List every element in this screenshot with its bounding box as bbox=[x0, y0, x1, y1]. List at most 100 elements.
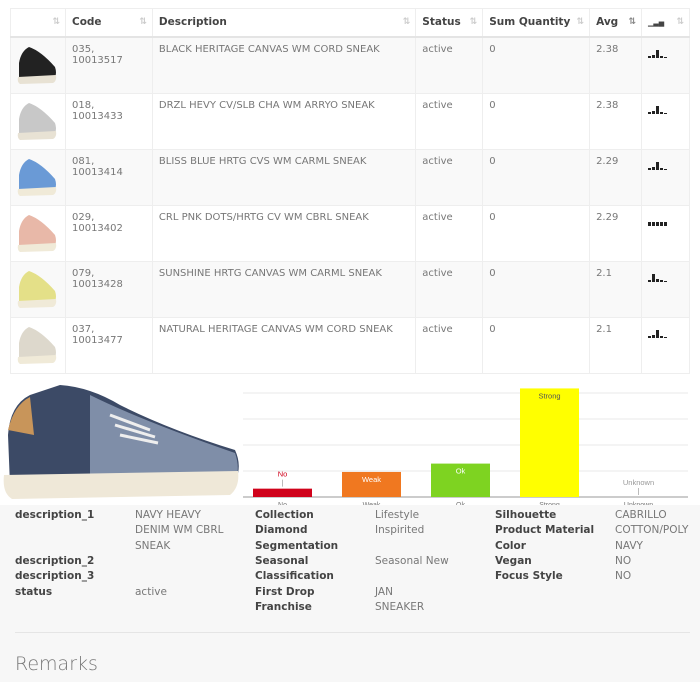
cell-description: NATURAL HERITAGE CANVAS WM CORD SNEAK bbox=[151, 316, 417, 374]
cell-status: active bbox=[415, 148, 484, 206]
sort-icon[interactable]: ⇅ bbox=[577, 17, 585, 27]
cell-avg: 2.38 bbox=[589, 92, 642, 150]
cell-sparkline bbox=[641, 260, 690, 318]
table-row[interactable]: 037, 10013477 NATURAL HERITAGE CANVAS WM … bbox=[10, 316, 690, 374]
column-header[interactable]: ▁▃▅ ⇅ bbox=[641, 8, 690, 38]
spark-bar bbox=[656, 329, 659, 338]
column-header[interactable]: ⇅ bbox=[10, 8, 66, 38]
cell-sum: 0 bbox=[482, 148, 591, 206]
product-thumbnail bbox=[17, 102, 57, 140]
chart-icon: ▁▃▅ bbox=[648, 19, 665, 28]
column-header[interactable]: Code ⇅ bbox=[64, 8, 153, 38]
cell-avg: 2.29 bbox=[589, 148, 642, 206]
cell-status: active bbox=[415, 92, 484, 150]
cell-code: 081, 10013414 bbox=[64, 148, 153, 206]
spark-bar bbox=[652, 166, 655, 170]
spark-bar bbox=[660, 221, 663, 226]
cell-code: 029, 10013402 bbox=[64, 204, 153, 262]
cell-avg: 2.1 bbox=[589, 260, 642, 318]
field-value: JAN bbox=[375, 585, 393, 598]
sort-icon[interactable]: ⇅ bbox=[628, 17, 636, 27]
column-header[interactable]: Status ⇅ bbox=[415, 8, 484, 38]
spark-bar bbox=[648, 221, 651, 226]
column-header[interactable]: Sum Quantity ⇅ bbox=[482, 8, 591, 38]
table-row[interactable]: 035, 10013517 BLACK HERITAGE CANVAS WM CO… bbox=[10, 36, 690, 94]
cell-status: active bbox=[415, 260, 484, 318]
column-header-label: Avg bbox=[596, 16, 619, 29]
field-label: Color bbox=[495, 539, 526, 552]
spark-bar bbox=[660, 167, 663, 170]
field-value: Lifestyle bbox=[375, 509, 420, 521]
thumbnail-cell bbox=[10, 316, 66, 374]
sparkline bbox=[648, 272, 683, 282]
cell-description: SUNSHINE HRTG CANVAS WM CARML SNEAK bbox=[151, 260, 417, 318]
spark-bar bbox=[652, 110, 655, 114]
cell-description: BLACK HERITAGE CANVAS WM CORD SNEAK bbox=[151, 36, 417, 94]
cell-status: active bbox=[415, 36, 484, 94]
field-label: Seasonal Classification bbox=[255, 554, 334, 583]
spark-bar bbox=[656, 49, 659, 58]
sort-icon[interactable]: ⇅ bbox=[676, 17, 684, 27]
field-label: description_1 bbox=[15, 509, 95, 521]
table-row[interactable]: 018, 10013433 DRZL HEVY CV/SLB CHA WM ARR… bbox=[10, 92, 690, 150]
product-details: description_1 NAVY HEAVY DENIM WM CBRL SN… bbox=[0, 505, 700, 682]
spark-bar bbox=[648, 279, 651, 282]
spark-bar bbox=[648, 55, 651, 58]
sparkline bbox=[648, 48, 683, 58]
field-label: Franchise bbox=[255, 600, 312, 613]
spark-bar bbox=[664, 336, 667, 338]
field-value: SNEAKER bbox=[375, 600, 425, 613]
cell-avg: 2.29 bbox=[589, 204, 642, 262]
spark-bar bbox=[656, 161, 659, 170]
spark-bar bbox=[656, 221, 659, 226]
cell-sparkline bbox=[641, 92, 690, 150]
field-label: Collection bbox=[255, 509, 314, 521]
spark-bar bbox=[664, 56, 667, 58]
spark-bar bbox=[664, 221, 667, 226]
column-header[interactable]: Avg ⇅ bbox=[589, 8, 642, 38]
cell-code: 018, 10013433 bbox=[64, 92, 153, 150]
products-table: ⇅ Code ⇅ Description ⇅ Status ⇅ Sum Quantity ⇅ Av… bbox=[10, 8, 690, 374]
spark-bar bbox=[660, 111, 663, 114]
data-label: No bbox=[278, 470, 288, 479]
table-row[interactable]: 029, 10013402 CRL PNK DOTS/HRTG CV WM CBR… bbox=[10, 204, 690, 262]
sort-icon[interactable]: ⇅ bbox=[470, 17, 478, 27]
product-thumbnail bbox=[17, 326, 57, 364]
column-header-label: Code bbox=[71, 16, 102, 29]
cell-avg: 2.1 bbox=[589, 316, 642, 374]
cell-code: 079, 10013428 bbox=[64, 260, 153, 318]
table-row[interactable]: 079, 10013428 SUNSHINE HRTG CANVAS WM CAR… bbox=[10, 260, 690, 318]
spark-bar bbox=[660, 55, 663, 58]
sort-icon[interactable]: ⇅ bbox=[52, 17, 60, 27]
column-header[interactable]: Description ⇅ bbox=[151, 8, 417, 38]
spark-bar bbox=[660, 335, 663, 338]
spark-bar bbox=[664, 112, 667, 114]
divider bbox=[15, 632, 690, 633]
cell-sum: 0 bbox=[482, 92, 591, 150]
column-header-label: Sum Quantity bbox=[489, 16, 571, 29]
bar-no bbox=[253, 488, 312, 497]
sparkline bbox=[648, 328, 683, 338]
product-thumbnail bbox=[17, 46, 57, 84]
table-row[interactable]: 081, 10013414 BLISS BLUE HRTG CVS WM CARM… bbox=[10, 148, 690, 206]
cell-status: active bbox=[415, 316, 484, 374]
spark-bar bbox=[660, 279, 663, 282]
cell-description: CRL PNK DOTS/HRTG CV WM CBRL SNEAK bbox=[151, 204, 417, 262]
data-label: Weak bbox=[362, 475, 381, 484]
spark-bar bbox=[664, 168, 667, 170]
field-value: Inspirited bbox=[375, 524, 425, 537]
spark-bar bbox=[648, 111, 651, 114]
field-label: Diamond Segmentation bbox=[255, 524, 339, 552]
cell-description: DRZL HEVY CV/SLB CHA WM ARRYO SNEAK bbox=[151, 92, 417, 150]
field-label: description_2 bbox=[15, 554, 95, 567]
spark-bar bbox=[652, 54, 655, 58]
cell-avg: 2.38 bbox=[589, 36, 642, 94]
field-label: status bbox=[15, 585, 53, 598]
remarks-heading: Remarks bbox=[15, 653, 98, 675]
product-thumbnail bbox=[17, 158, 57, 196]
sort-icon[interactable]: ⇅ bbox=[403, 17, 411, 27]
field-value: CABRILLO bbox=[615, 509, 667, 521]
spark-bar bbox=[656, 278, 659, 282]
sort-icon[interactable]: ⇅ bbox=[139, 17, 147, 27]
cell-sparkline bbox=[641, 36, 690, 94]
